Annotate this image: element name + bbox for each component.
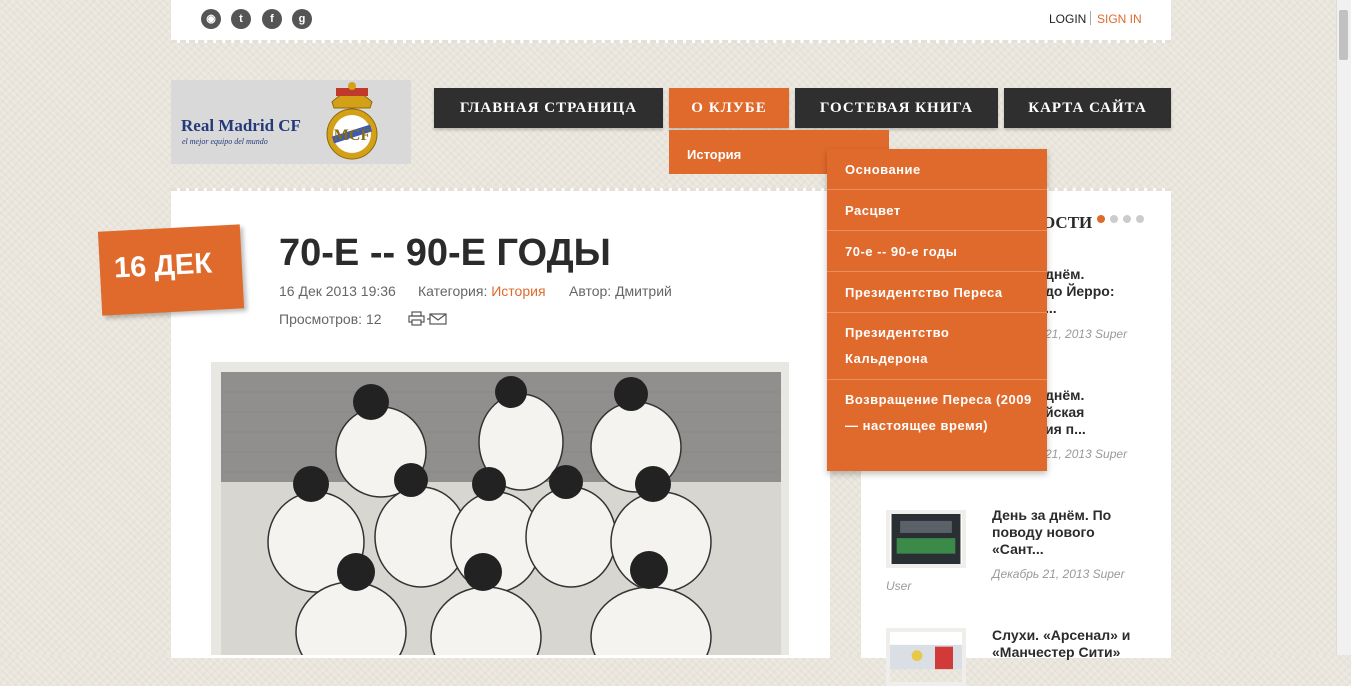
nav-sitemap[interactable]: КАРТА САЙТА — [1004, 88, 1171, 128]
author-label: Автор: — [569, 283, 612, 299]
category-label: Категория: — [418, 283, 488, 299]
news-thumbnail[interactable] — [886, 628, 966, 686]
news-item-author: User — [886, 579, 912, 593]
news-thumbnail[interactable] — [886, 510, 966, 568]
email-icon[interactable] — [427, 313, 447, 325]
logo-title: Real Madrid CF — [181, 116, 301, 135]
submenu-item-history[interactable]: История — [687, 147, 741, 162]
svg-text:MCF: MCF — [334, 127, 371, 144]
print-icon[interactable] — [408, 311, 426, 326]
club-crest-icon: MCF — [326, 82, 378, 160]
category-link[interactable]: История — [491, 283, 545, 299]
submenu-item-perez-presidency[interactable]: Президентство Переса — [827, 272, 1047, 313]
team-photo — [221, 372, 781, 655]
views-count: 12 — [365, 311, 382, 327]
logo-tagline: el mejor equipo del mundo — [182, 137, 268, 146]
article-datetime: 16 Дек 2013 19:36 — [279, 283, 396, 299]
date-badge-text: 16 ДЕК — [113, 247, 213, 285]
slider-dot[interactable] — [1110, 215, 1118, 223]
submenu-item-calderon-presidency[interactable]: Президентство Кальдерона — [827, 313, 1047, 380]
news-item-date: 21, 2013 Super — [1045, 327, 1128, 341]
submenu-history: Основание Расцвет 70-е -- 90-е годы През… — [827, 149, 1047, 471]
submenu-item-rise[interactable]: Расцвет — [827, 190, 1047, 231]
submenu-item-founding[interactable]: Основание — [827, 149, 1047, 190]
scrollbar[interactable] — [1336, 0, 1351, 655]
top-bar — [171, 0, 1171, 43]
twitter-icon[interactable]: t — [231, 9, 251, 29]
facebook-icon[interactable]: f — [262, 9, 282, 29]
news-item-date: Декабрь 21, 2013 Super — [992, 567, 1125, 581]
news-item-title[interactable]: День за днём. По поводу нового «Сант... — [992, 507, 1111, 558]
divider — [1090, 11, 1091, 25]
signin-link[interactable]: SIGN IN — [1097, 12, 1142, 26]
rss-icon[interactable]: ◉ — [201, 9, 221, 29]
news-item-date: 21, 2013 Super — [1045, 447, 1128, 461]
nav-home[interactable]: ГЛАВНАЯ СТРАНИЦА — [434, 88, 663, 128]
slider-dot[interactable] — [1136, 215, 1144, 223]
views-label: Просмотров: — [279, 311, 363, 327]
news-item-title[interactable]: днём. йская ия п... — [1045, 387, 1086, 438]
sidebar-heading: ОСТИ — [1042, 213, 1093, 232]
news-item-title[interactable]: Слухи. «Арсенал» и «Манчестер Сити» — [992, 627, 1130, 661]
article-title: 70-Е -- 90-Е ГОДЫ — [279, 232, 611, 274]
login-link[interactable]: LOGIN — [1049, 12, 1086, 26]
nav-about-club[interactable]: О КЛУБЕ — [669, 88, 789, 128]
scrollbar-thumb[interactable] — [1339, 10, 1348, 60]
nav-guestbook[interactable]: ГОСТЕВАЯ КНИГА — [795, 88, 998, 128]
news-item-title[interactable]: днём. до Йерро: ... — [1045, 266, 1115, 317]
author-name: Дмитрий — [615, 283, 672, 299]
submenu-item-70s-90s[interactable]: 70-е -- 90-е годы — [827, 231, 1047, 272]
submenu-item-perez-return[interactable]: Возвращение Переса (2009 — настоящее вре… — [827, 380, 1047, 471]
slider-dot-active[interactable] — [1097, 215, 1105, 223]
slider-dot[interactable] — [1123, 215, 1131, 223]
google-icon[interactable]: g — [292, 9, 312, 29]
